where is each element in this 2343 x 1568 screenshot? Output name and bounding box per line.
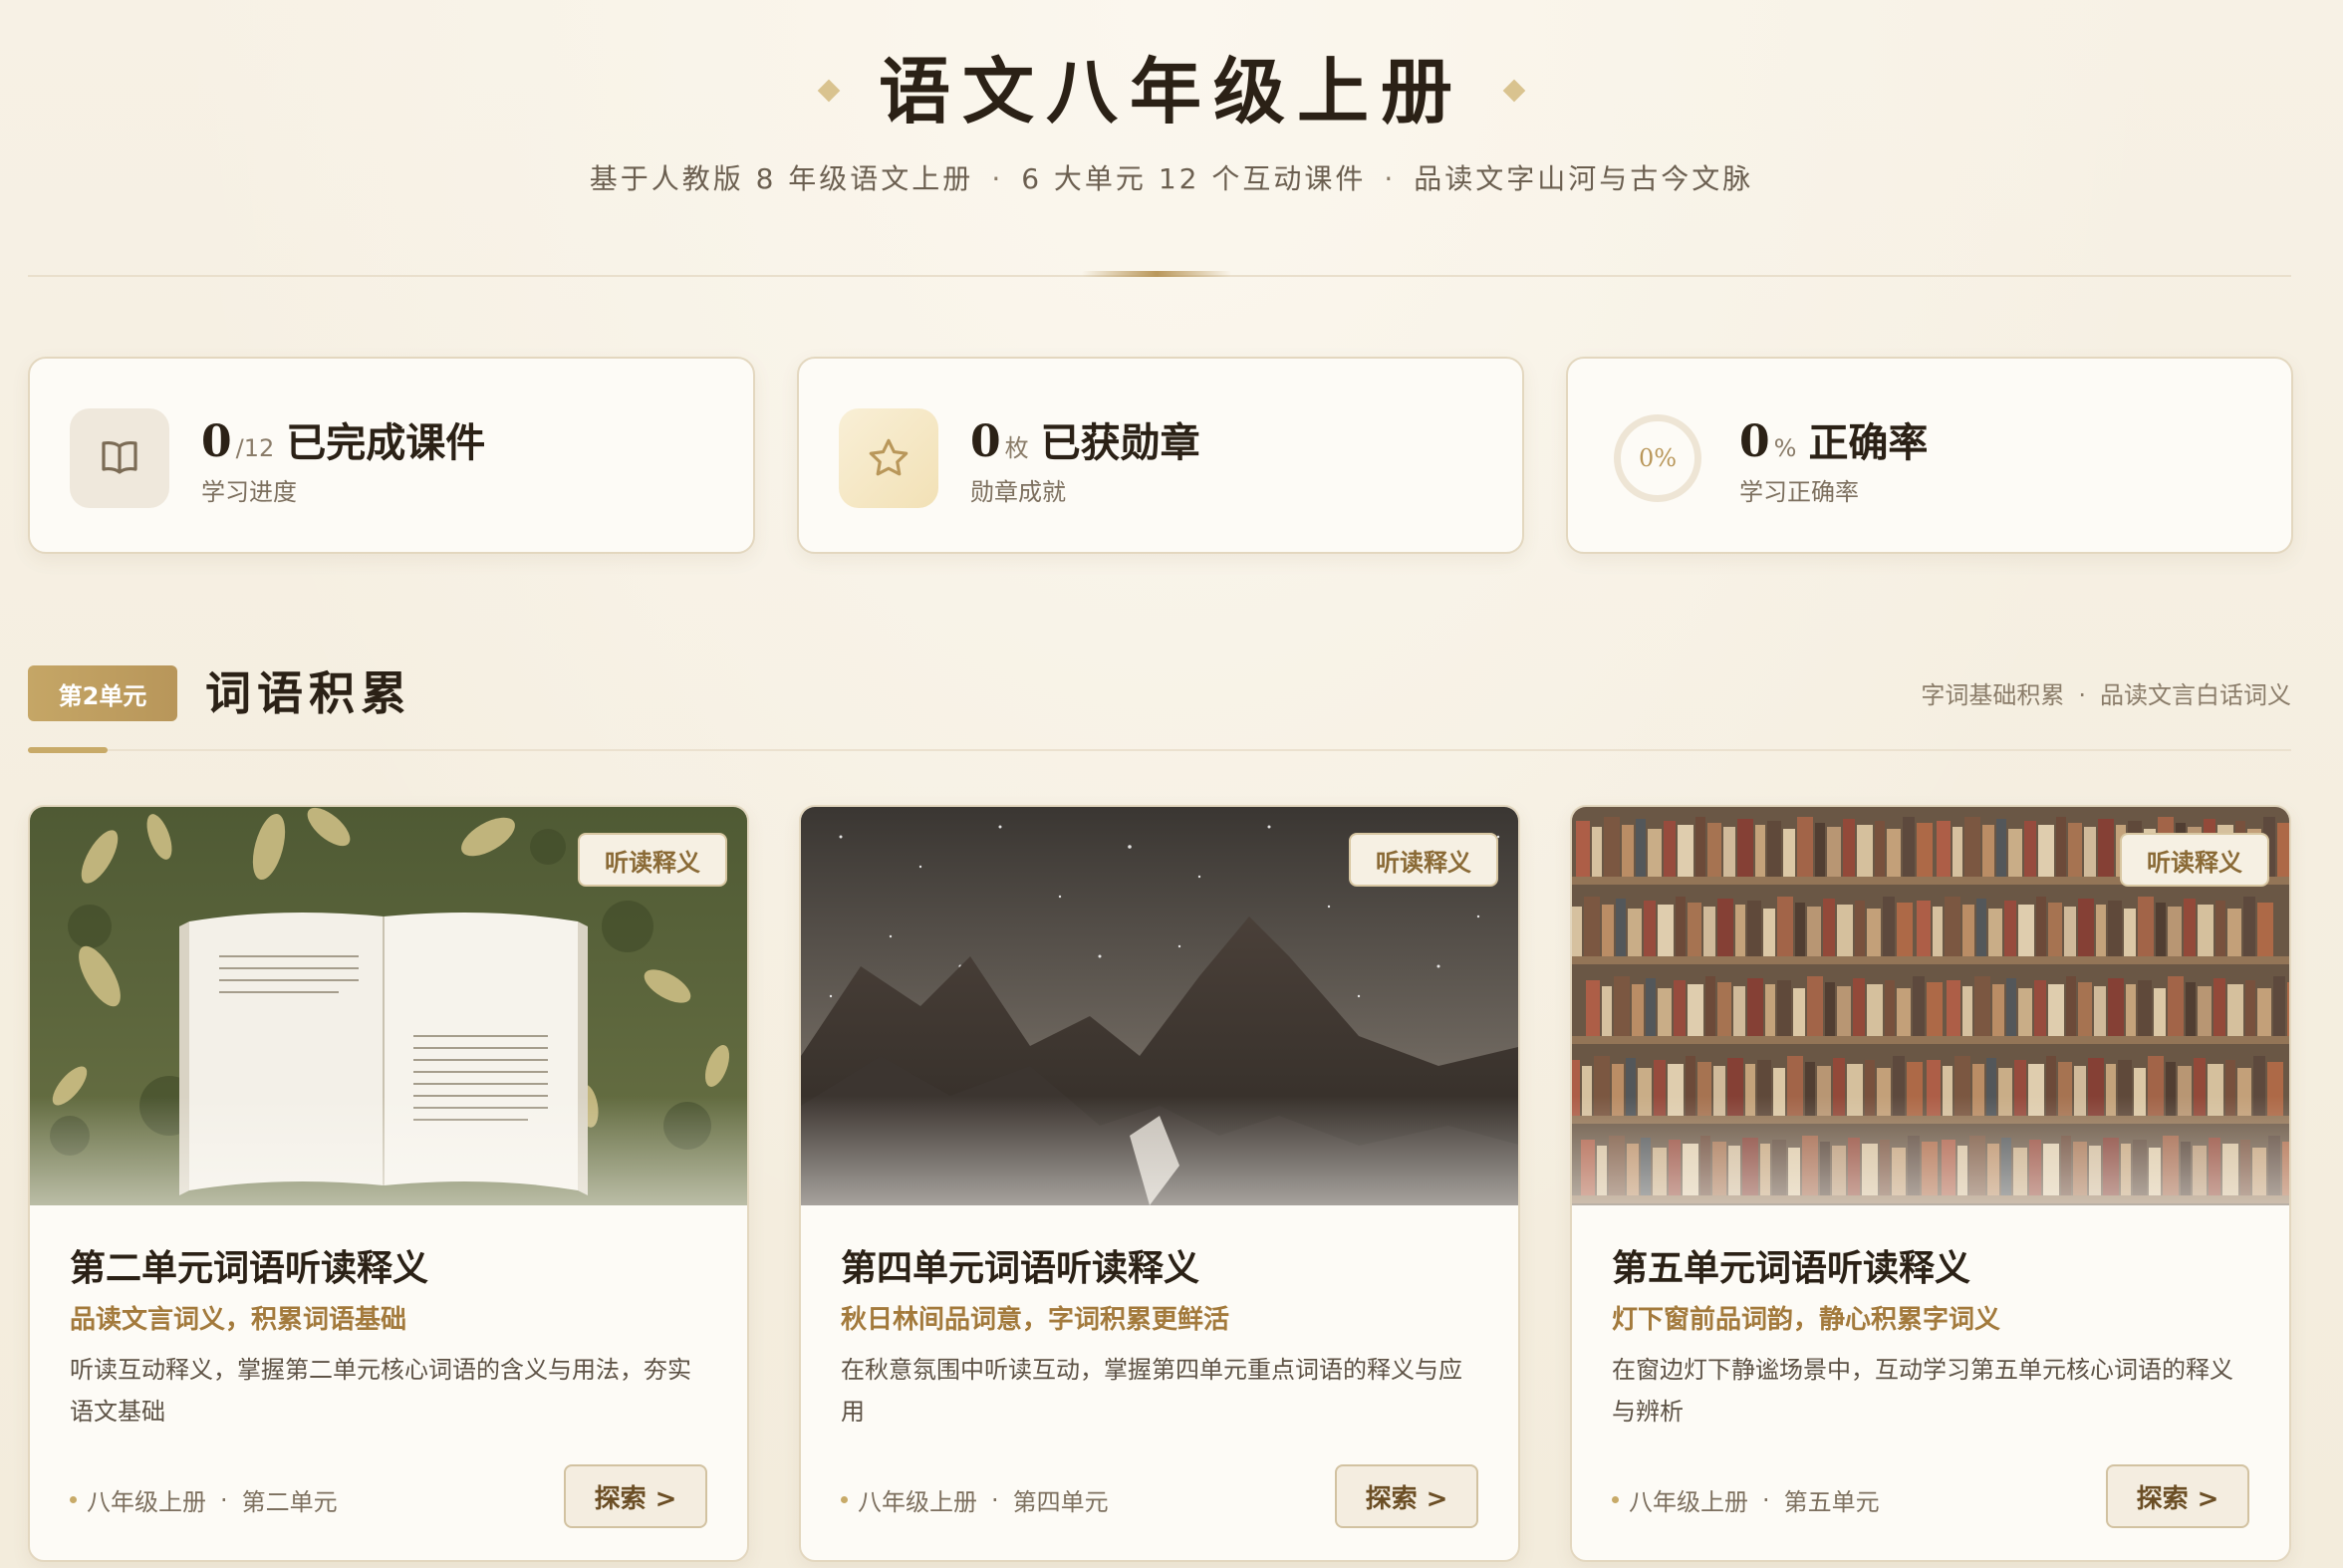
listen-badge: 听读释义 bbox=[2120, 833, 2269, 887]
stat-label: 正确率 bbox=[1808, 419, 1929, 466]
stat-main: 0 /12 已完成课件 bbox=[201, 410, 485, 468]
title-row: 语文八年级上册 bbox=[0, 30, 2343, 139]
page: 语文八年级上册 基于人教版 8 年级语文上册 · 6 大单元 12 个互动课件 · 品读… bbox=[0, 0, 2343, 1568]
header-divider-accent bbox=[1082, 271, 1231, 277]
unit-tag-separator: · bbox=[2078, 681, 2086, 709]
unit-divider-accent bbox=[28, 747, 108, 753]
subtitle-separator: · bbox=[1384, 162, 1397, 195]
card-subtitle: 灯下窗前品词韵，静心积累字词义 bbox=[1612, 1305, 2001, 1335]
card-title: 第五单元词语听读释义 bbox=[1612, 1247, 1971, 1289]
stat-card-progress: 0 /12 已完成课件 学习进度 bbox=[28, 357, 755, 554]
page-title: 语文八年级上册 bbox=[878, 48, 1464, 133]
stat-label: 已获勋章 bbox=[1040, 419, 1200, 466]
subtitle-part: 基于人教版 8 年级语文上册 bbox=[589, 162, 974, 195]
card-meta: 八年级上册 · 第四单元 bbox=[841, 1482, 1109, 1517]
page-subtitle: 基于人教版 8 年级语文上册 · 6 大单元 12 个互动课件 · 品读文字山河与古今文… bbox=[0, 157, 2343, 197]
unit-tag: 字词基础积累 bbox=[1921, 681, 2065, 709]
card-image-bookshelf: 听读释义 bbox=[1572, 807, 2289, 1205]
subtitle-part: 6 大单元 12 个互动课件 bbox=[1021, 162, 1367, 195]
stat-caption: 学习正确率 bbox=[1739, 478, 1859, 506]
image-fade bbox=[30, 1096, 747, 1205]
card-description: 在窗边灯下静谧场景中，互动学习第五单元核心词语的释义与辨析 bbox=[1612, 1356, 2233, 1426]
stat-main: 0 % 正确率 bbox=[1739, 410, 1928, 468]
header: 语文八年级上册 基于人教版 8 年级语文上册 · 6 大单元 12 个互动课件 · 品读… bbox=[0, 0, 2343, 289]
accuracy-ring: 0% bbox=[1614, 414, 1701, 502]
meta-separator: · bbox=[1762, 1485, 1770, 1514]
stats-row: 0 /12 已完成课件 学习进度 0 枚 已获勋章 勋章成就 0% 0 % 正确… bbox=[28, 357, 2293, 556]
meta-dot bbox=[841, 1496, 848, 1503]
card-meta: 八年级上册 · 第五单元 bbox=[1612, 1482, 1880, 1517]
stat-card-accuracy: 0% 0 % 正确率 学习正确率 bbox=[1566, 357, 2293, 554]
star-icon bbox=[839, 408, 938, 508]
meta-separator: · bbox=[220, 1485, 228, 1514]
stat-unit: % bbox=[1773, 434, 1797, 462]
meta-grade: 八年级上册 bbox=[1629, 1488, 1748, 1516]
stat-value: 0 bbox=[201, 416, 232, 467]
meta-dot bbox=[70, 1496, 77, 1503]
meta-grade: 八年级上册 bbox=[87, 1488, 206, 1516]
card-image-starry-mountains: 听读释义 bbox=[801, 807, 1518, 1205]
image-fade bbox=[1572, 1096, 2289, 1205]
diamond-ornament-left bbox=[817, 79, 841, 103]
card-description: 听读互动释义，掌握第二单元核心词语的含义与用法，夯实语文基础 bbox=[70, 1356, 691, 1426]
image-fade bbox=[801, 1096, 1518, 1205]
meta-unit: 第四单元 bbox=[1012, 1488, 1109, 1516]
lesson-card-list: 听读释义 第二单元词语听读释义 品读文言词义，积累词语基础 听读互动释义，掌握第… bbox=[28, 805, 2291, 1562]
unit-header: 第2单元 词语积累 字词基础积累 · 品读文言白话词义 bbox=[28, 661, 2291, 761]
listen-badge: 听读释义 bbox=[578, 833, 727, 887]
diamond-ornament-right bbox=[1502, 79, 1526, 103]
meta-grade: 八年级上册 bbox=[858, 1488, 977, 1516]
ring-text: 0% bbox=[1638, 444, 1678, 472]
card-description: 在秋意氛围中听读互动，掌握第四单元重点词语的释义与应用 bbox=[841, 1356, 1462, 1426]
meta-separator: · bbox=[991, 1485, 999, 1514]
unit-title: 词语积累 bbox=[205, 666, 412, 720]
unit-tag: 品读文言白话词义 bbox=[2100, 681, 2291, 709]
stat-label: 已完成课件 bbox=[286, 419, 486, 466]
stat-value: 0 bbox=[1739, 416, 1770, 467]
book-icon bbox=[70, 408, 169, 508]
stat-caption: 学习进度 bbox=[201, 478, 297, 506]
meta-unit: 第二单元 bbox=[241, 1488, 338, 1516]
card-subtitle: 品读文言词义，积累词语基础 bbox=[70, 1305, 407, 1335]
stat-unit: 枚 bbox=[1004, 434, 1029, 462]
stat-card-medals: 0 枚 已获勋章 勋章成就 bbox=[797, 357, 1524, 554]
unit-badge: 第2单元 bbox=[28, 665, 177, 721]
explore-button[interactable]: 探索 > bbox=[564, 1464, 707, 1528]
unit-divider bbox=[28, 749, 2291, 751]
card-meta: 八年级上册 · 第二单元 bbox=[70, 1482, 338, 1517]
card-subtitle: 秋日林间品词意，字词积累更鲜活 bbox=[841, 1305, 1230, 1335]
unit-tags: 字词基础积累 · 品读文言白话词义 bbox=[1921, 675, 2291, 710]
stat-value: 0 bbox=[970, 416, 1001, 467]
stat-main: 0 枚 已获勋章 bbox=[970, 410, 1200, 468]
explore-button[interactable]: 探索 > bbox=[2106, 1464, 2249, 1528]
subtitle-part: 品读文字山河与古今文脉 bbox=[1414, 162, 1754, 195]
stat-unit: /12 bbox=[235, 434, 275, 462]
lesson-card[interactable]: 听读释义 第二单元词语听读释义 品读文言词义，积累词语基础 听读互动释义，掌握第… bbox=[28, 805, 749, 1562]
explore-button[interactable]: 探索 > bbox=[1335, 1464, 1478, 1528]
meta-dot bbox=[1612, 1496, 1619, 1503]
card-image-open-book: 听读释义 bbox=[30, 807, 747, 1205]
meta-unit: 第五单元 bbox=[1783, 1488, 1880, 1516]
card-title: 第四单元词语听读释义 bbox=[841, 1247, 1200, 1289]
listen-badge: 听读释义 bbox=[1349, 833, 1498, 887]
subtitle-separator: · bbox=[991, 162, 1004, 195]
lesson-card[interactable]: 听读释义 第四单元词语听读释义 秋日林间品词意，字词积累更鲜活 在秋意氛围中听读… bbox=[799, 805, 1520, 1562]
stat-caption: 勋章成就 bbox=[970, 478, 1066, 506]
progress-ring: 0% bbox=[1608, 408, 1707, 508]
card-title: 第二单元词语听读释义 bbox=[70, 1247, 429, 1289]
lesson-card[interactable]: 听读释义 第五单元词语听读释义 灯下窗前品词韵，静心积累字词义 在窗边灯下静谧场… bbox=[1570, 805, 2291, 1562]
